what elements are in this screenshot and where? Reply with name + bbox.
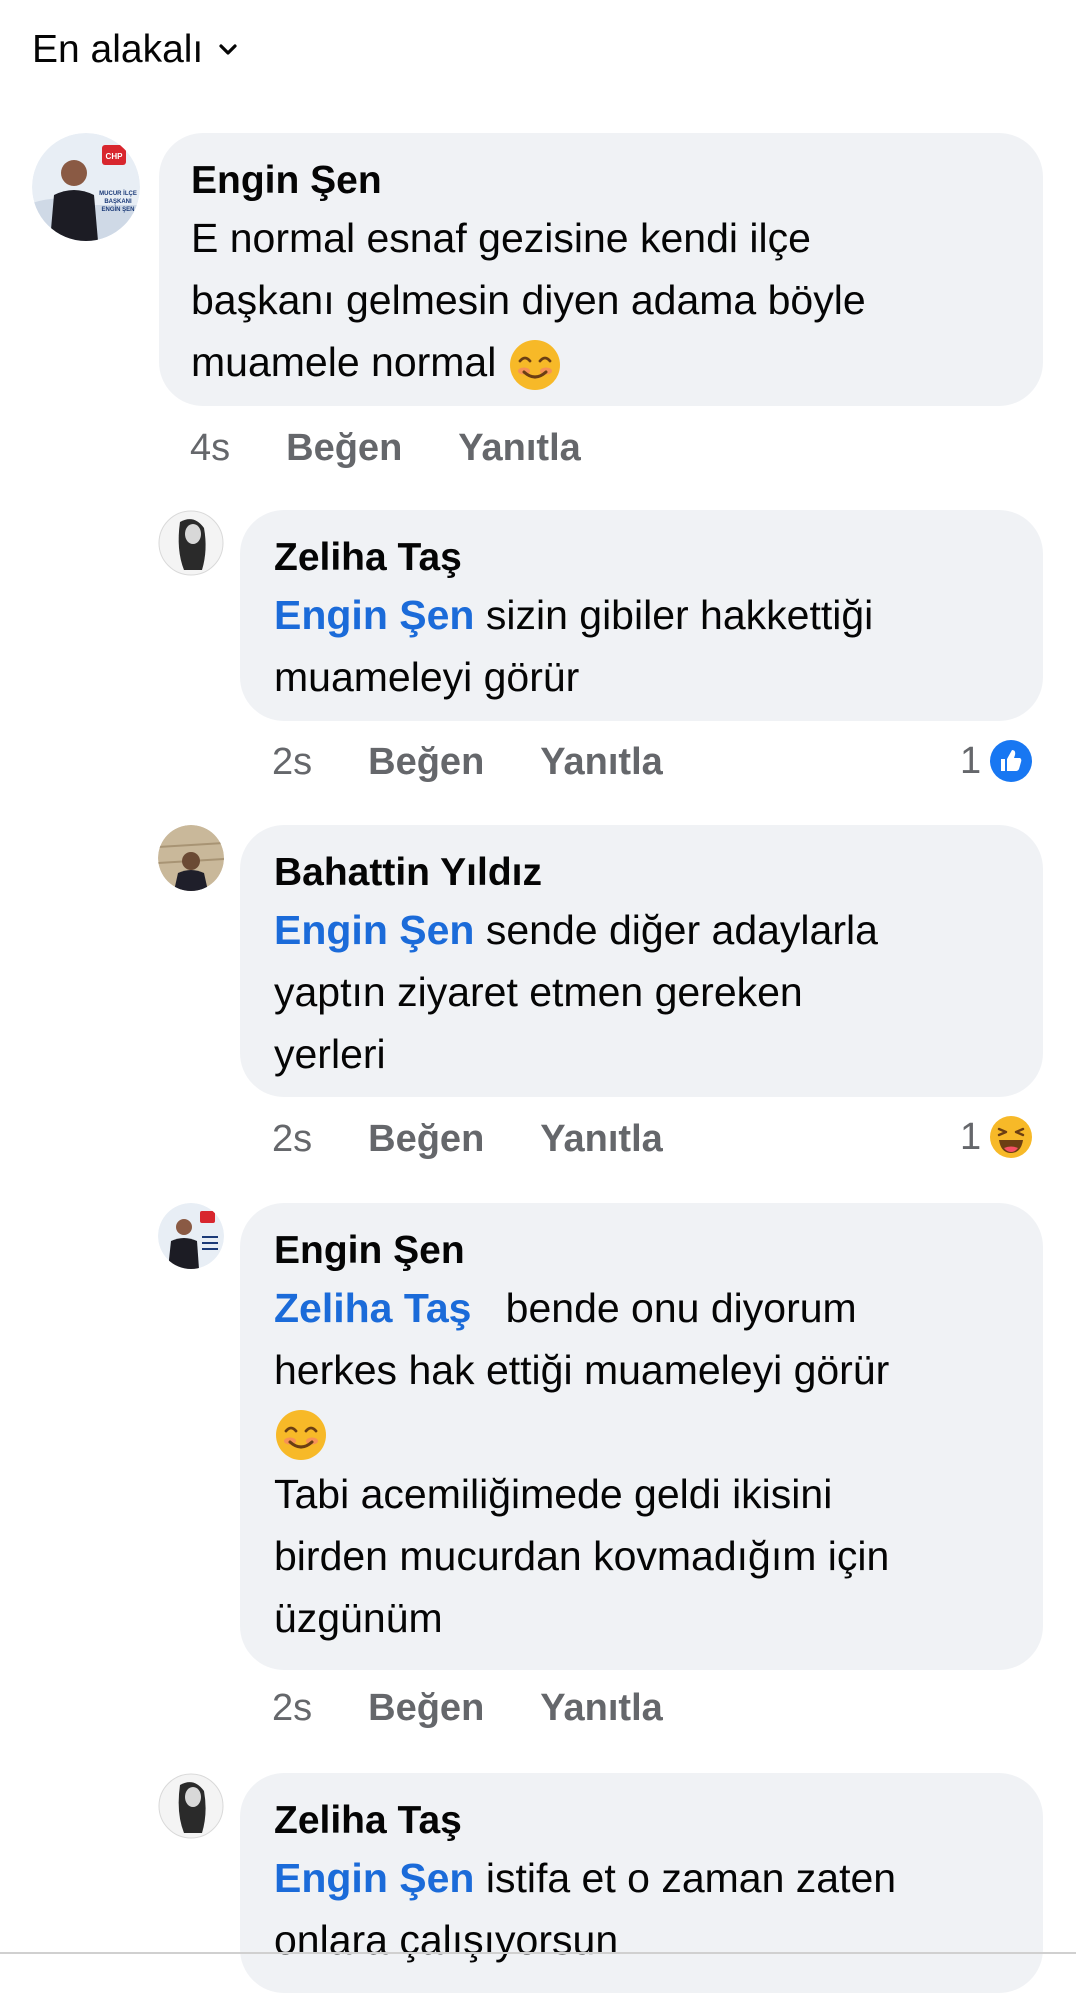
mention-link[interactable]: Engin Şen [274,592,474,638]
svg-text:CHP: CHP [106,152,124,161]
comment-bubble[interactable]: Zeliha Taş Engin Şen sizin gibiler hakke… [240,510,1043,721]
comment-text: Engin Şen sende diğer adaylarla yaptın z… [274,907,878,1077]
comment-text: Zeliha Taş bende onu diyorum herkes hak … [274,1285,890,1641]
sort-label: En alakalı [32,28,204,71]
svg-text:BAŞKANI: BAŞKANI [104,199,132,205]
mention-link[interactable]: Zeliha Taş [274,1285,471,1331]
comment-author[interactable]: Engin Şen [274,1225,1009,1277]
like-button[interactable]: Beğen [286,427,402,470]
comment-author[interactable]: Zeliha Taş [274,1795,1009,1847]
avatar-engin-sen[interactable]: CHP MUCUR İLÇE BAŞKANI ENGİN ŞEN [32,133,140,241]
sort-selector[interactable]: En alakalı [32,26,239,74]
reply-button[interactable]: Yanıtla [540,741,663,784]
chevron-down-icon [219,44,237,55]
comment-bubble[interactable]: Zeliha Taş Engin Şen istifa et o zaman z… [240,1773,1043,1993]
like-button[interactable]: Beğen [368,1118,484,1161]
svg-text:MUCUR İLÇE: MUCUR İLÇE [99,190,137,197]
comment-author[interactable]: Zeliha Taş [274,532,1009,584]
comment-actions: 2s Beğen Yanıtla [272,1114,719,1164]
reaction-count: 1 [960,739,982,782]
reaction-count: 1 [960,1115,982,1158]
reaction-summary[interactable]: 1 [960,736,1033,786]
like-button[interactable]: Beğen [368,741,484,784]
laughing-face-icon [990,1116,1033,1158]
comment-time[interactable]: 2s [272,1687,312,1730]
comment-time[interactable]: 2s [272,741,312,784]
like-button[interactable]: Beğen [368,1687,484,1730]
mention-link[interactable]: Engin Şen [274,907,474,953]
reply-button[interactable]: Yanıtla [540,1687,663,1730]
comment-author[interactable]: Engin Şen [191,155,1011,207]
comment-text: Engin Şen sizin gibiler hakkettiği muame… [274,592,874,700]
smiling-face-icon [509,340,560,391]
comment-author[interactable]: Bahattin Yıldız [274,847,1009,899]
comment-actions: 2s Beğen Yanıtla [272,1683,719,1733]
comment-actions: 2s Beğen Yanıtla [272,737,719,787]
avatar-zeliha-tas[interactable] [158,1773,224,1839]
smiling-face-icon [276,1410,326,1461]
reply-button[interactable]: Yanıtla [540,1118,663,1161]
avatar-zeliha-tas[interactable] [158,510,224,576]
comment-actions: 4s Beğen Yanıtla [190,423,637,473]
avatar-bahattin-yildiz[interactable] [158,825,224,891]
comment-time[interactable]: 4s [190,427,230,470]
like-icon [990,740,1033,782]
svg-text:ENGİN ŞEN: ENGİN ŞEN [101,206,134,213]
comment-time[interactable]: 2s [272,1118,312,1161]
comment-bubble[interactable]: Engin Şen Zeliha Taş bende onu diyorum h… [240,1203,1043,1670]
comment-bubble[interactable]: Engin Şen E normal esnaf gezisine kendi … [159,133,1043,406]
comment-text: E normal esnaf gezisine kendi ilçe başka… [191,207,1011,393]
bottom-divider [0,1952,1076,1954]
mention-link[interactable]: Engin Şen [274,1855,474,1901]
reaction-summary[interactable]: 1 [960,1112,1033,1162]
comment-bubble[interactable]: Bahattin Yıldız Engin Şen sende diğer ad… [240,825,1043,1097]
avatar-engin-sen[interactable] [158,1203,224,1269]
reply-button[interactable]: Yanıtla [458,427,581,470]
